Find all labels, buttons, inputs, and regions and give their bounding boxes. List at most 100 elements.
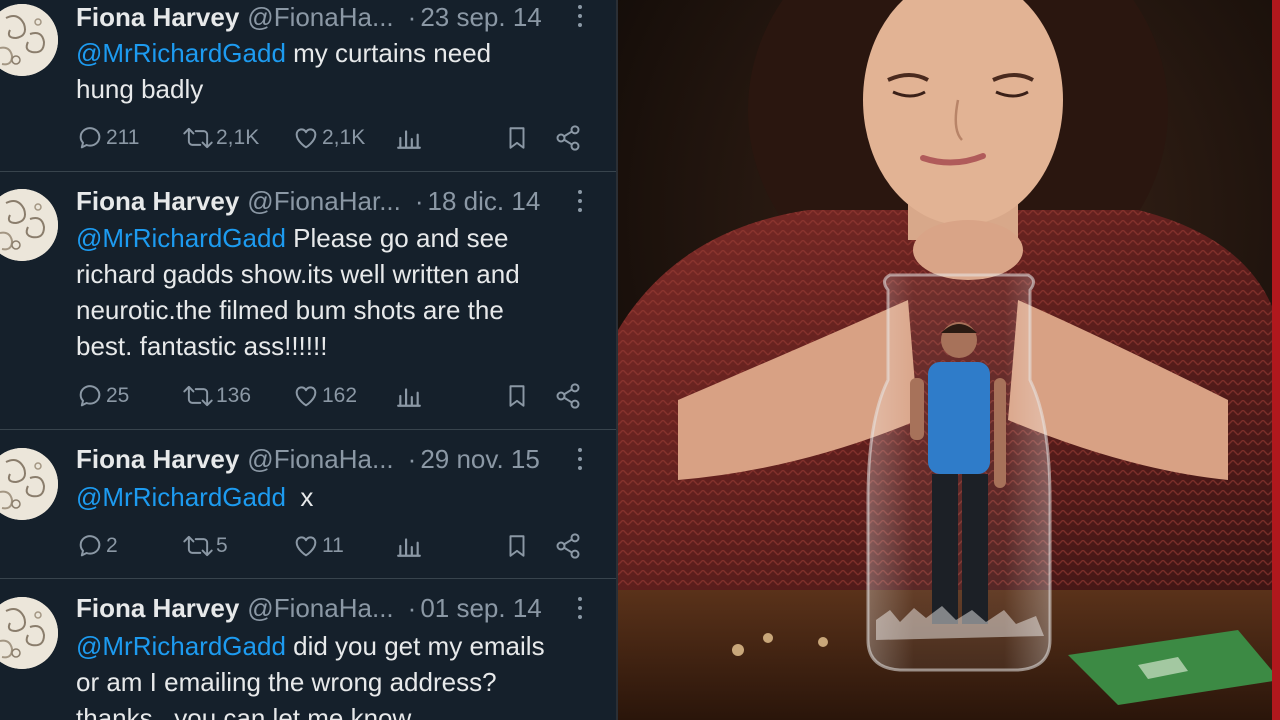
share-icon [556,125,580,151]
reply-count: 211 [106,126,140,149]
reply-count: 2 [106,534,118,557]
views-button[interactable] [396,122,422,154]
avatar[interactable] [0,597,58,669]
red-border [1272,0,1280,720]
tweet-actions: 2 5 11 [76,530,596,562]
tweet[interactable]: Fiona Harvey @FionaHar... · 18 dic. 14 @… [0,171,616,430]
tweet-text-line: my curtains need [285,38,492,68]
tweet-header: Fiona Harvey @FionaHa... · 29 nov. 15 [76,442,540,476]
reply-count: 25 [106,384,130,407]
avatar[interactable] [0,4,58,76]
retweet-icon [183,127,213,149]
tweet[interactable]: Fiona Harvey @FionaHa... · 01 sep. 14 @M… [0,579,616,720]
author-handle[interactable]: @FionaHa... [247,593,393,624]
tweet-text: @MrRichardGadd Please go and see richard… [76,220,586,364]
tweet-header: Fiona Harvey @FionaHa... · 01 sep. 14 [76,591,542,625]
tweet-text-line: Please go and see [285,223,509,253]
reply-button[interactable]: 211 [76,122,139,154]
retweet-button[interactable]: 2,1K [182,122,259,154]
views-icon [397,130,421,149]
tweet[interactable]: Fiona Harvey @FionaHa... · 29 nov. 15 @M… [0,430,616,579]
tweet-text-line: thanks , you can let me know [76,703,412,720]
mention-link[interactable]: @MrRichardGadd [76,38,286,68]
heart-icon [295,386,317,407]
tweet-header: Fiona Harvey @FionaHar... · 18 dic. 14 [76,184,540,218]
tweet-date[interactable]: 01 sep. 14 [420,593,541,624]
tweet-text-line: richard gadds show.its well written and [76,259,520,289]
retweet-count: 136 [216,384,252,407]
tweet-feed: Fiona Harvey @FionaHa... · 23 sep. 14 @M… [0,0,616,720]
reply-button[interactable]: 25 [76,380,129,412]
tweet[interactable]: Fiona Harvey @FionaHa... · 23 sep. 14 @M… [0,0,616,172]
mention-link[interactable]: @MrRichardGadd [76,482,286,512]
like-button[interactable]: 2,1K [292,122,365,154]
promo-photo [618,0,1280,720]
tweet-actions: 25 136 162 [76,380,596,412]
retweet-count: 5 [216,534,228,557]
tweet-actions: 211 2,1K 2,1K [76,122,596,154]
tweet-text-line: best. fantastic ass!!!!!! [76,331,328,361]
avatar[interactable] [0,448,58,520]
tweet-text: @MrRichardGadd x [76,479,586,515]
bookmark-button[interactable] [504,530,530,562]
retweet-icon [183,385,213,407]
retweet-count: 2,1K [216,126,260,149]
heart-icon [295,128,317,149]
reply-button[interactable]: 2 [76,530,118,562]
author-handle[interactable]: @FionaHa... [247,2,393,33]
author-handle[interactable]: @FionaHa... [247,444,393,475]
tweet-text: @MrRichardGadd my curtains need hung bad… [76,35,586,107]
views-button[interactable] [396,530,422,562]
tweet-text-line: or am I emailing the wrong address? [76,667,497,697]
bookmark-icon [509,535,525,557]
reply-icon [79,127,101,149]
like-button[interactable]: 162 [292,380,357,412]
views-icon [397,538,421,557]
more-options-icon[interactable] [570,187,590,217]
share-icon [556,533,580,559]
separator: · [407,1,417,32]
separator: · [414,185,424,216]
separator: · [407,592,417,623]
tweet-date[interactable]: 23 sep. 14 [420,2,541,33]
more-options-icon[interactable] [570,445,590,475]
tweet-text: @MrRichardGadd did you get my emails or … [76,628,586,720]
reply-icon [79,385,101,407]
retweet-icon [183,535,213,557]
woman-with-man-in-glass-jar-image [618,0,1280,720]
heart-icon [295,536,317,557]
bookmark-icon [509,127,525,149]
share-button[interactable] [554,380,582,412]
share-button[interactable] [554,122,582,154]
author-name[interactable]: Fiona Harvey [76,593,239,624]
tweet-date[interactable]: 29 nov. 15 [420,444,540,475]
tweet-date[interactable]: 18 dic. 14 [428,186,541,217]
tweet-text-line: x [285,482,314,512]
author-name[interactable]: Fiona Harvey [76,186,239,217]
author-name[interactable]: Fiona Harvey [76,444,239,475]
bookmark-button[interactable] [504,380,530,412]
more-options-icon[interactable] [570,594,590,624]
bookmark-button[interactable] [504,122,530,154]
avatar[interactable] [0,189,58,261]
retweet-button[interactable]: 136 [182,380,251,412]
share-button[interactable] [554,530,582,562]
like-count: 162 [322,384,358,407]
author-handle[interactable]: @FionaHar... [247,186,401,217]
tweet-text-line: hung badly [76,74,204,104]
like-button[interactable]: 11 [292,530,344,562]
more-options-icon[interactable] [570,2,590,32]
views-icon [397,388,421,407]
retweet-button[interactable]: 5 [182,530,228,562]
mention-link[interactable]: @MrRichardGadd [76,223,286,253]
author-name[interactable]: Fiona Harvey [76,2,239,33]
bookmark-icon [509,385,525,407]
views-button[interactable] [396,380,422,412]
like-count: 2,1K [322,126,366,149]
share-icon [556,383,580,409]
mention-link[interactable]: @MrRichardGadd [76,631,286,661]
tweet-header: Fiona Harvey @FionaHa... · 23 sep. 14 [76,0,542,34]
tweet-text-line: neurotic.the filmed bum shots are the [76,295,504,325]
tweet-text-line: did you get my emails [285,631,545,661]
like-count: 11 [322,534,344,557]
